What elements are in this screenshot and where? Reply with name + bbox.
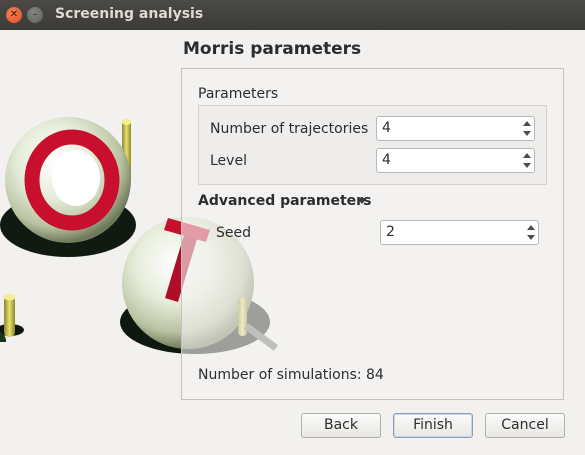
- wizard-page: Morris parameters Parameters Number of t…: [0, 30, 585, 455]
- back-button[interactable]: Back: [301, 413, 381, 438]
- post: [4, 295, 15, 337]
- parameters-group-label: Parameters: [198, 86, 279, 102]
- level-value: 4: [382, 152, 391, 168]
- close-window-icon[interactable]: ✕: [6, 7, 22, 23]
- decrement-arrow-icon[interactable]: [523, 131, 531, 136]
- increment-arrow-icon[interactable]: [527, 225, 535, 230]
- trajectories-spinbox[interactable]: 4: [376, 116, 535, 141]
- finish-button[interactable]: Finish: [393, 413, 473, 438]
- increment-arrow-icon[interactable]: [523, 121, 531, 126]
- simulations-label: Number of simulations:: [198, 367, 362, 383]
- level-label: Level: [210, 153, 247, 169]
- cancel-button[interactable]: Cancel: [485, 413, 565, 438]
- advanced-parameters-toggle[interactable]: Advanced parameters: [198, 193, 371, 209]
- post-cap: [3, 293, 16, 301]
- window-title: Screening analysis: [55, 6, 204, 22]
- trajectories-value: 4: [382, 120, 391, 136]
- window-titlebar: ✕ – Screening analysis: [0, 0, 585, 30]
- page-title: Morris parameters: [183, 39, 362, 59]
- trajectories-label: Number of trajectories: [210, 121, 369, 137]
- increment-arrow-icon[interactable]: [523, 153, 531, 158]
- decrement-arrow-icon[interactable]: [527, 235, 535, 240]
- chevron-down-icon[interactable]: [357, 198, 367, 204]
- minimize-window-icon[interactable]: –: [27, 7, 43, 23]
- simulations-value: 84: [366, 367, 384, 383]
- letter-o-center: [52, 150, 100, 206]
- seed-value: 2: [386, 224, 395, 240]
- post-cap: [121, 119, 132, 125]
- decrement-arrow-icon[interactable]: [523, 163, 531, 168]
- level-spinbox[interactable]: 4: [376, 148, 535, 173]
- seed-label: Seed: [216, 225, 251, 241]
- seed-spinbox[interactable]: 2: [380, 220, 539, 245]
